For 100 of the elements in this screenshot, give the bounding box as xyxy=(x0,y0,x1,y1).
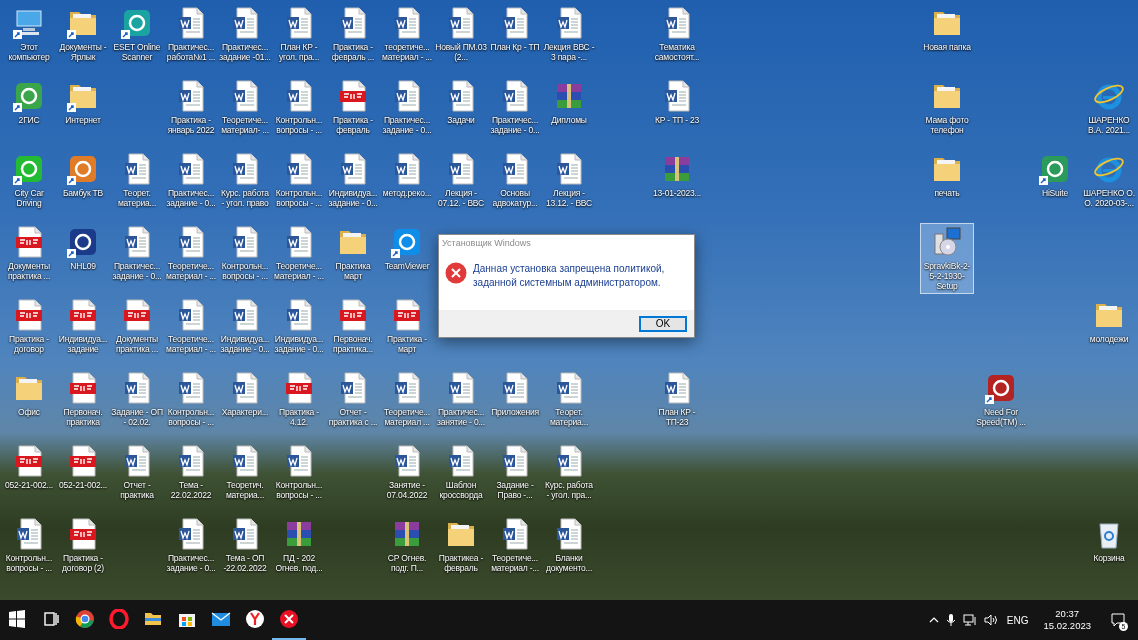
desktop-icon[interactable]: Бланки документо... xyxy=(542,515,596,586)
desktop-icon[interactable]: КР - ТП - 23 xyxy=(650,77,704,148)
desktop-icon[interactable]: Практика - договор xyxy=(2,296,56,367)
desktop-icon[interactable]: Отчет - практика xyxy=(110,442,164,513)
desktop-icon[interactable]: Документы практика ... xyxy=(2,223,56,294)
chevron-up-icon[interactable] xyxy=(928,615,939,625)
desktop-icon[interactable]: ШАРЕНКО В.А. 2021... xyxy=(1082,77,1136,148)
desktop-icon[interactable]: 2ГИС xyxy=(2,77,56,148)
desktop-icon[interactable]: Практика - март xyxy=(380,296,434,367)
desktop-icon[interactable]: План Кр - ТП xyxy=(488,4,542,75)
desktop-icon[interactable]: Теоретиче... материал ... xyxy=(380,369,434,440)
desktop-icon[interactable]: Документы - Ярлык xyxy=(56,4,110,75)
microphone-icon[interactable] xyxy=(945,613,956,627)
desktop-icon[interactable]: Контрольн... вопросы - ... xyxy=(272,150,326,221)
desktop-icon[interactable]: Контрольн... вопросы - ... xyxy=(164,369,218,440)
desktop-icon[interactable]: Теоретиче... материал - ... xyxy=(164,296,218,367)
desktop-icon[interactable]: Индивидуа... задание - 0... xyxy=(326,150,380,221)
desktop-icon[interactable]: печать xyxy=(920,150,974,221)
desktop-icon[interactable]: Курс. работа - угол. пра... xyxy=(542,442,596,513)
desktop-icon[interactable]: Индивидуа... задание - 0... xyxy=(272,296,326,367)
speaker-icon[interactable] xyxy=(983,614,998,626)
desktop-icon[interactable]: Индивидуа... задание - 0... xyxy=(218,296,272,367)
desktop-icon[interactable]: Теоретиче... материал - ... xyxy=(272,223,326,294)
desktop-icon[interactable]: Тема - ОП -22.02.2022 xyxy=(218,515,272,586)
desktop-icon[interactable]: Практичес... задание - 0... xyxy=(488,77,542,148)
desktop-icon[interactable]: HiSuite xyxy=(1028,150,1082,221)
desktop-icon[interactable]: Контрольн... вопросы - ... xyxy=(272,442,326,513)
network-icon[interactable] xyxy=(962,614,977,626)
desktop-icon[interactable]: Практика - январь 2022 xyxy=(164,77,218,148)
desktop-icon[interactable]: метод.реко... xyxy=(380,150,434,221)
desktop-icon[interactable]: Практичес... задание - 0... xyxy=(110,223,164,294)
desktop-icon[interactable]: Практичес... работа№1 ... xyxy=(164,4,218,75)
desktop-icon[interactable]: Новая папка xyxy=(920,4,974,75)
language-indicator[interactable]: ENG xyxy=(1004,614,1031,626)
desktop-icon[interactable]: Практика - февраль xyxy=(326,77,380,148)
desktop-icon[interactable]: План КР - ТП-23 xyxy=(650,369,704,440)
desktop-icon[interactable]: Шаблон кроссворда xyxy=(434,442,488,513)
desktop-icon[interactable]: Задание - Право -... xyxy=(488,442,542,513)
desktop-icon[interactable]: Задачи xyxy=(434,77,488,148)
desktop-icon[interactable]: Офис xyxy=(2,369,56,440)
desktop-icon[interactable]: Лекция ВВС - 3 пара -... xyxy=(542,4,596,75)
desktop-icon[interactable]: Практика - договор (2) xyxy=(56,515,110,586)
desktop-icon[interactable]: Практика март xyxy=(326,223,380,294)
desktop-icon[interactable]: Теоретиче... материал -... xyxy=(488,515,542,586)
desktop-icon[interactable]: Корзина xyxy=(1082,515,1136,586)
desktop-icon[interactable]: Отчет - практика с ... xyxy=(326,369,380,440)
desktop-icon[interactable]: Лекция - 13.12. - ВВС xyxy=(542,150,596,221)
desktop-icon[interactable]: Need For Speed(TM) ... xyxy=(974,369,1028,440)
desktop-icon[interactable]: Лекция - 07.12. - ВВС xyxy=(434,150,488,221)
desktop-icon[interactable]: Практичес... занятие - 0... xyxy=(434,369,488,440)
desktop-icon[interactable]: План КР - угол. пра... xyxy=(272,4,326,75)
desktop-icon[interactable]: Характери... xyxy=(218,369,272,440)
desktop-icon[interactable]: Курс. работа - угол. право xyxy=(218,150,272,221)
desktop-icon[interactable]: City Car Driving xyxy=(2,150,56,221)
desktop-icon[interactable]: Бамбук ТВ xyxy=(56,150,110,221)
desktop-icon[interactable]: Интернет xyxy=(56,77,110,148)
desktop-icon[interactable]: Индивидуа... задание xyxy=(56,296,110,367)
desktop-icon[interactable]: Основы адвокатур... xyxy=(488,150,542,221)
desktop-icon[interactable]: Теоретиче... материал- ... xyxy=(218,77,272,148)
clock[interactable]: 20:37 15.02.2023 xyxy=(1037,608,1097,632)
desktop-icon[interactable]: Контрольн... вопросы - ... xyxy=(2,515,56,586)
desktop-icon[interactable]: Тема - 22.02.2022 xyxy=(164,442,218,513)
desktop-icon[interactable]: Мама фото телефон xyxy=(920,77,974,148)
desktop-icon[interactable]: Новый ПМ.03 (2... xyxy=(434,4,488,75)
desktop-icon[interactable]: 052-21-002... xyxy=(2,442,56,513)
desktop-icon[interactable]: Занятие - 07.04.2022 xyxy=(380,442,434,513)
desktop-icon[interactable]: Документы практика ... xyxy=(110,296,164,367)
desktop-icon[interactable]: Практичес... задание - 0... xyxy=(164,515,218,586)
desktop-icon[interactable]: NHL09 xyxy=(56,223,110,294)
desktop-icon[interactable]: Контрольн... вопросы - ... xyxy=(218,223,272,294)
desktop-icon[interactable]: Задание - ОП - 02.02. xyxy=(110,369,164,440)
desktop-icon[interactable]: Дипломы xyxy=(542,77,596,148)
ok-button[interactable]: OK xyxy=(639,315,687,332)
desktop-icon[interactable]: 052-21-002... xyxy=(56,442,110,513)
desktop-icon[interactable]: 13-01-2023... xyxy=(650,150,704,221)
desktop-icon[interactable]: Теоретиче... материал - ... xyxy=(164,223,218,294)
desktop-icon[interactable]: Теоретич. материа... xyxy=(218,442,272,513)
desktop-icon[interactable]: Этот компьютер xyxy=(2,4,56,75)
desktop-icon[interactable]: Первонач. практика... xyxy=(326,296,380,367)
desktop-icon[interactable]: TeamViewer xyxy=(380,223,434,294)
desktop-icon[interactable]: теоретиче... материал - ... xyxy=(380,4,434,75)
desktop-icon[interactable]: ПД - 202 Огнев. под... xyxy=(272,515,326,586)
pdf-document-icon xyxy=(13,445,45,477)
desktop-icon[interactable]: Практикеа - февраль xyxy=(434,515,488,586)
desktop-icon[interactable]: Первонач. практика xyxy=(56,369,110,440)
desktop-icon[interactable]: Практичес... задание - 0... xyxy=(164,150,218,221)
desktop-icon[interactable]: СР Огнев. подг. П... xyxy=(380,515,434,586)
desktop-icon[interactable]: Тематика самостоят... xyxy=(650,4,704,75)
computer-icon xyxy=(13,7,45,39)
desktop-icon[interactable]: ESET Online Scanner xyxy=(110,4,164,75)
desktop-icon[interactable]: Практичес... задание -01... xyxy=(218,4,272,75)
desktop-icon[interactable]: ШАРЕНКО О. О. 2020-03-... xyxy=(1082,150,1136,221)
desktop-icon[interactable]: молодежи xyxy=(1082,296,1136,367)
desktop-icon[interactable]: Контрольн... вопросы - ... xyxy=(272,77,326,148)
desktop-icon[interactable]: Практика - февраль ... xyxy=(326,4,380,75)
desktop-icon[interactable]: Практичес... задание - 0... xyxy=(380,77,434,148)
desktop-icon[interactable]: Теорет. материа... xyxy=(542,369,596,440)
desktop-icon[interactable]: Приложения xyxy=(488,369,542,440)
desktop-icon[interactable]: Практика - 4.12. xyxy=(272,369,326,440)
desktop-icon[interactable]: Теорет. материа... xyxy=(110,150,164,221)
